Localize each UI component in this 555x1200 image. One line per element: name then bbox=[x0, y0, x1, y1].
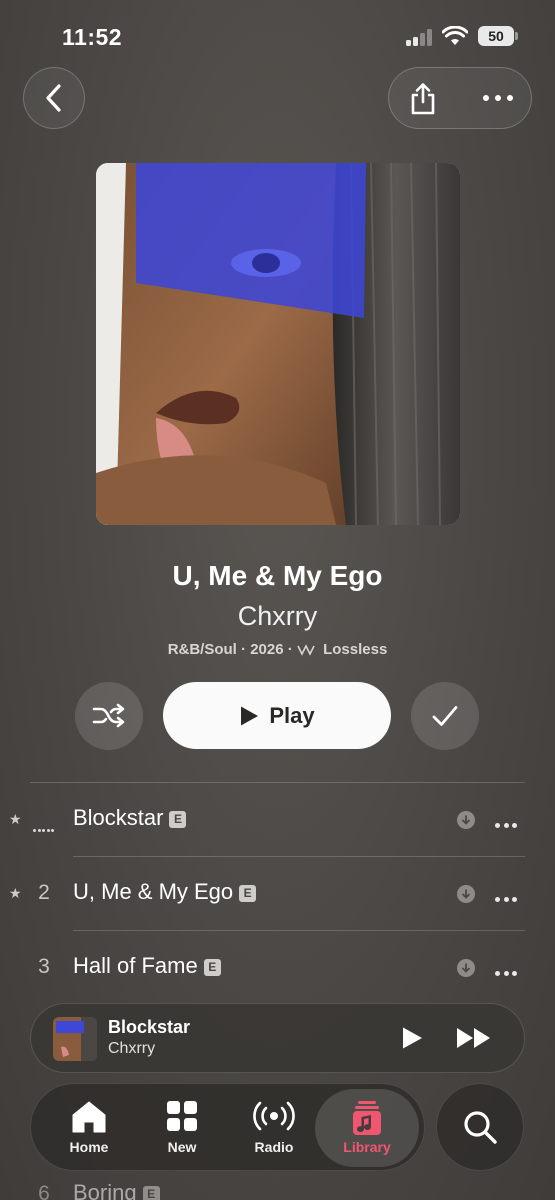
checkmark-icon bbox=[432, 706, 458, 726]
play-button[interactable]: Play bbox=[163, 682, 391, 749]
album-genre: R&B/Soul bbox=[167, 641, 237, 658]
album-meta: R&B/Soul · 2026 · Lossless bbox=[0, 641, 555, 658]
battery-tip bbox=[515, 32, 518, 40]
album-title: U, Me & My Ego bbox=[172, 560, 383, 591]
grid-icon bbox=[167, 1101, 197, 1131]
home-icon bbox=[72, 1101, 106, 1133]
shuffle-icon bbox=[92, 703, 125, 728]
play-icon bbox=[241, 706, 259, 725]
mini-player-title: Blockstar bbox=[108, 1017, 191, 1037]
status-bar: 11:52 50 bbox=[0, 0, 555, 70]
mini-player-artist: Chxrry bbox=[108, 1040, 156, 1057]
tab-new[interactable]: New bbox=[137, 1084, 227, 1172]
favorite-star-icon: ★ bbox=[9, 885, 22, 901]
search-button[interactable] bbox=[436, 1083, 524, 1171]
track-more-icon[interactable] bbox=[495, 815, 521, 833]
search-icon bbox=[464, 1111, 497, 1144]
album-year: 2026 bbox=[250, 641, 284, 658]
fast-forward-icon[interactable] bbox=[456, 1027, 492, 1049]
radio-icon bbox=[253, 1101, 295, 1131]
tab-bar: Home New Radio Library bbox=[30, 1083, 425, 1171]
downloaded-icon bbox=[457, 959, 475, 977]
explicit-badge: E bbox=[203, 959, 221, 976]
tab-radio[interactable]: Radio bbox=[229, 1084, 319, 1172]
explicit-badge: E bbox=[239, 885, 257, 902]
explicit-badge: E bbox=[169, 811, 187, 828]
wifi-icon bbox=[442, 26, 468, 45]
meta-separator: · bbox=[287, 641, 293, 658]
album-quality: Lossless bbox=[323, 641, 388, 658]
top-actions-group bbox=[388, 67, 532, 129]
meta-separator: · bbox=[241, 641, 247, 658]
library-icon bbox=[353, 1101, 381, 1135]
shuffle-button[interactable] bbox=[75, 682, 143, 750]
tab-home[interactable]: Home bbox=[44, 1084, 134, 1172]
tab-label: New bbox=[167, 1139, 197, 1155]
play-label: Play bbox=[269, 702, 315, 728]
track-more-icon[interactable] bbox=[495, 889, 521, 907]
back-button[interactable] bbox=[23, 67, 85, 129]
mini-player[interactable]: Blockstar Chxrry bbox=[30, 1003, 525, 1073]
favorite-star-icon: ★ bbox=[9, 811, 22, 827]
tab-label: Radio bbox=[254, 1139, 294, 1155]
explicit-badge: E bbox=[142, 1186, 160, 1200]
track-number: 2 bbox=[38, 881, 50, 904]
lossless-icon bbox=[297, 644, 315, 656]
chevron-left-icon bbox=[46, 84, 61, 112]
track-row[interactable]: 3 Hall of Fame E bbox=[0, 931, 555, 1005]
added-to-library-button[interactable] bbox=[411, 682, 479, 750]
more-options-icon[interactable] bbox=[481, 88, 515, 108]
downloaded-icon bbox=[457, 885, 475, 903]
tab-label: Home bbox=[69, 1139, 109, 1155]
share-icon[interactable] bbox=[407, 82, 439, 116]
album-artist[interactable]: Chxrry bbox=[0, 601, 555, 632]
album-cover bbox=[96, 163, 460, 525]
track-number: 3 bbox=[38, 955, 50, 978]
downloaded-icon bbox=[457, 811, 475, 829]
track-number: 6 bbox=[38, 1182, 50, 1200]
play-icon[interactable] bbox=[401, 1026, 423, 1050]
track-row[interactable]: ★ 2 U, Me & My Ego E bbox=[0, 857, 555, 931]
cellular-signal-icon bbox=[406, 29, 434, 46]
tab-library[interactable]: Library bbox=[315, 1089, 419, 1167]
status-time: 11:52 bbox=[62, 24, 123, 50]
track-title: U, Me & My Ego E bbox=[73, 879, 257, 905]
battery-icon: 50 bbox=[478, 26, 514, 46]
tab-label: Library bbox=[343, 1139, 391, 1155]
track-more-icon[interactable] bbox=[495, 963, 521, 981]
track-title: Boring E bbox=[73, 1180, 160, 1200]
now-playing-indicator-icon bbox=[33, 819, 56, 837]
track-row[interactable]: ★ Blockstar E bbox=[0, 783, 555, 857]
track-title: Hall of Fame E bbox=[73, 953, 221, 979]
track-title: Blockstar E bbox=[73, 805, 187, 831]
mini-player-artwork bbox=[53, 1017, 97, 1061]
